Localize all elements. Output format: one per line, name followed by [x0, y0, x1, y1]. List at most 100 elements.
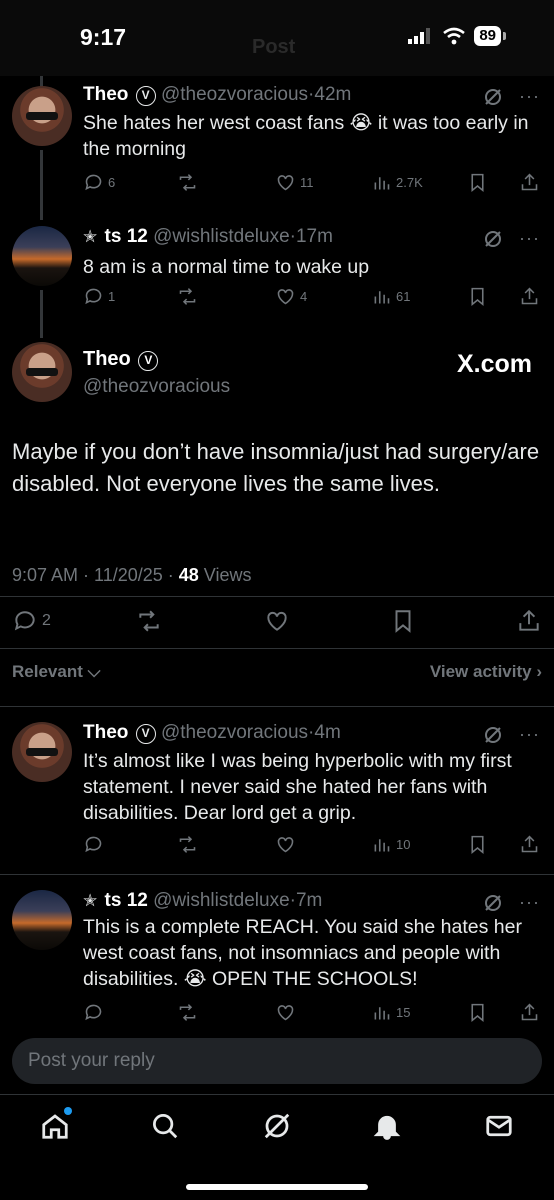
repost-button[interactable] [177, 286, 198, 307]
author-handle[interactable]: @theozvoracious [161, 84, 308, 105]
views-icon [374, 1007, 390, 1020]
more-icon[interactable]: ··· [519, 86, 540, 107]
repost-button[interactable] [136, 608, 162, 634]
post-header: ✭ ts 12 @wishlistdeluxe·7m [83, 890, 322, 912]
views-count: 10 [396, 837, 411, 852]
reply-button[interactable] [83, 834, 104, 855]
reply-post[interactable]: Theo V @theozvoracious·4m ··· It’s almos… [0, 720, 554, 870]
author-name[interactable]: ts 12 [105, 890, 148, 911]
tab-search[interactable] [150, 1111, 180, 1141]
grok-icon[interactable] [483, 725, 503, 745]
heart-icon [267, 611, 287, 631]
more-icon[interactable]: ··· [519, 724, 540, 745]
post-timestamp: 9:07 AM · 11/20/25 · [12, 565, 179, 585]
status-time: 9:17 [80, 24, 127, 50]
avatar[interactable] [12, 226, 72, 286]
bookmark-button[interactable] [467, 172, 488, 193]
view-activity-label: View activity [429, 662, 532, 681]
xcom-watermark: X.com [456, 350, 532, 378]
grok-icon[interactable] [483, 893, 503, 913]
tab-home[interactable] [40, 1107, 72, 1141]
reply-button[interactable]: 1 [83, 286, 115, 307]
verified-badge: V [138, 351, 159, 371]
author-name[interactable]: Theo [83, 84, 128, 105]
like-button[interactable] [275, 1002, 296, 1023]
post-header: Theo V @theozvoracious·42m [83, 84, 351, 106]
like-button[interactable]: 11 [275, 172, 314, 193]
views-count: 61 [396, 289, 411, 304]
reply-composer [0, 1028, 554, 1094]
avatar[interactable] [12, 890, 72, 950]
share-button[interactable] [519, 286, 540, 307]
chevron-right-icon: › [536, 662, 542, 681]
repost-button[interactable] [177, 172, 198, 193]
post-time: 17m [295, 226, 333, 247]
avatar[interactable] [12, 342, 72, 402]
tab-grok[interactable] [262, 1111, 292, 1141]
post-text: It’s almost like I was being hyperbolic … [83, 750, 512, 824]
view-activity-link[interactable]: View activity › [430, 662, 542, 682]
reply-button[interactable]: 6 [83, 172, 115, 193]
share-icon [519, 609, 539, 631]
views-icon [374, 291, 390, 304]
bookmark-button[interactable] [467, 1002, 488, 1023]
author-handle[interactable]: @wishlistdeluxe [153, 226, 290, 247]
grok-icon[interactable] [483, 229, 503, 249]
post-actions: 6 11 2.7K [83, 172, 541, 198]
reply-button[interactable] [83, 1002, 104, 1023]
share-icon [521, 173, 538, 191]
more-icon[interactable]: ··· [519, 228, 540, 249]
avatar[interactable] [12, 86, 72, 146]
repost-button[interactable] [177, 1002, 198, 1023]
like-button[interactable] [264, 608, 290, 634]
bookmark-button[interactable] [390, 608, 416, 634]
views-button[interactable]: 15 [371, 1002, 410, 1023]
bookmark-icon [471, 835, 484, 855]
like-button[interactable] [275, 834, 296, 855]
battery-tip [503, 32, 506, 40]
reply-sort-row: Relevant ⌵ View activity › [12, 662, 542, 682]
tab-notifications[interactable] [372, 1111, 402, 1141]
share-button[interactable] [516, 608, 542, 634]
author-handle[interactable]: @theozvoracious [161, 722, 308, 743]
tab-messages[interactable] [484, 1111, 514, 1141]
views-button[interactable]: 2.7K [371, 172, 423, 193]
repost-icon [179, 288, 196, 305]
reply-post[interactable]: ✭ ts 12 @wishlistdeluxe·17m ··· 8 am is … [0, 224, 554, 324]
author-name[interactable]: Theo [83, 348, 131, 370]
author-handle[interactable]: @wishlistdeluxe [153, 890, 290, 911]
views-button[interactable]: 61 [371, 286, 410, 307]
post-time: 7m [295, 890, 323, 911]
bookmark-button[interactable] [467, 286, 488, 307]
home-icon [42, 1114, 68, 1139]
bookmark-icon [395, 610, 411, 633]
share-button[interactable] [519, 834, 540, 855]
share-button[interactable] [519, 1002, 540, 1023]
reply-icon [85, 174, 102, 191]
reply-input[interactable] [12, 1038, 542, 1084]
reply-post[interactable]: ✭ ts 12 @wishlistdeluxe·7m ··· This is a… [0, 888, 554, 1028]
author-handle[interactable]: @theozvoracious [83, 376, 230, 398]
views-icon [374, 839, 390, 852]
author-name[interactable]: ts 12 [105, 226, 148, 247]
bookmark-button[interactable] [467, 834, 488, 855]
views-button[interactable]: 10 [371, 834, 410, 855]
like-button[interactable]: 4 [275, 286, 307, 307]
post-top-icons: ··· [483, 86, 540, 107]
heart-icon [277, 837, 294, 853]
reply-button[interactable]: 2 [12, 608, 51, 634]
more-icon[interactable]: ··· [519, 892, 540, 913]
avatar[interactable] [12, 722, 72, 782]
reply-post[interactable]: Theo V @theozvoracious·42m ··· She hates… [0, 82, 554, 204]
repost-button[interactable] [177, 834, 198, 855]
star-icon: ✭ [83, 891, 98, 910]
author-name[interactable]: Theo [83, 722, 128, 743]
post-time: 42m [314, 84, 352, 105]
sort-dropdown[interactable]: Relevant ⌵ [12, 662, 101, 681]
post-text: This is a complete REACH. You said she h… [83, 916, 522, 990]
grok-icon[interactable] [483, 87, 503, 107]
heart-icon [277, 175, 294, 191]
notifications-icon [373, 1115, 401, 1140]
heart-icon [277, 1005, 294, 1021]
share-button[interactable] [519, 172, 540, 193]
